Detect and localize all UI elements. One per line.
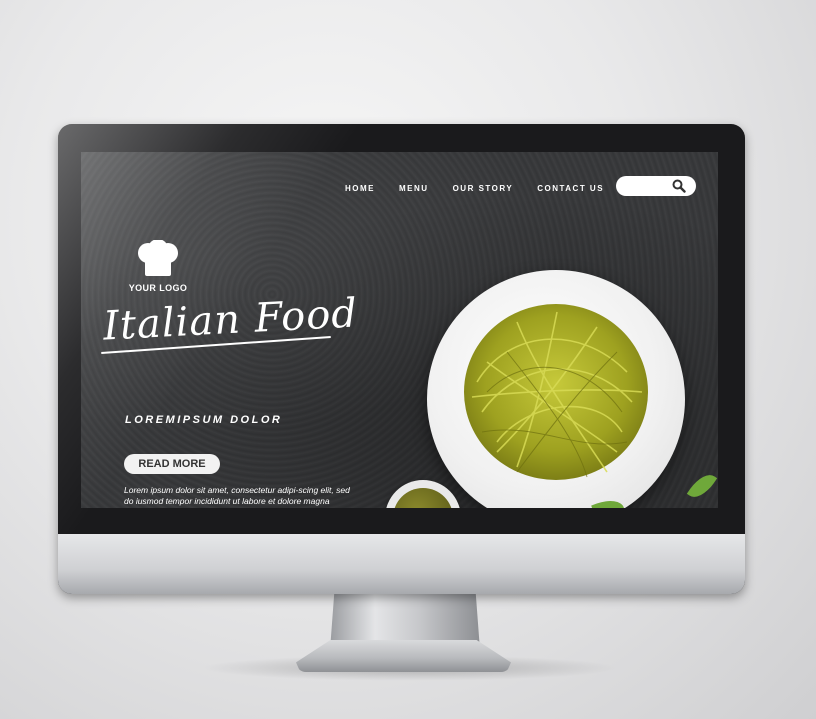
hero-title: Italian Food bbox=[101, 290, 359, 350]
monitor: HOME MENU OUR STORY CONTACT US YOUR LOGO… bbox=[58, 124, 745, 594]
search-icon[interactable] bbox=[672, 179, 686, 198]
search-input[interactable] bbox=[624, 176, 678, 196]
basil-leaf-icon bbox=[686, 469, 718, 503]
nav-home[interactable]: HOME bbox=[345, 184, 375, 193]
main-nav: HOME MENU OUR STORY CONTACT US bbox=[345, 184, 604, 193]
hero-body-text: Lorem ipsum dolor sit amet, consectetur … bbox=[124, 485, 350, 506]
search-box[interactable] bbox=[616, 176, 696, 196]
logo-text: YOUR LOGO bbox=[128, 283, 188, 293]
brand-logo[interactable]: YOUR LOGO bbox=[125, 239, 191, 293]
monitor-chin bbox=[58, 534, 745, 594]
nav-menu[interactable]: MENU bbox=[399, 184, 429, 193]
pesto-bowl-image bbox=[385, 480, 461, 508]
read-more-button[interactable]: READ MORE bbox=[124, 454, 220, 474]
hero-subtitle: LOREMIPSUM DOLOR bbox=[125, 414, 283, 426]
nav-our-story[interactable]: OUR STORY bbox=[453, 184, 514, 193]
website-screen: HOME MENU OUR STORY CONTACT US YOUR LOGO… bbox=[81, 152, 718, 508]
nav-contact-us[interactable]: CONTACT US bbox=[537, 184, 604, 193]
pasta-image bbox=[464, 304, 648, 480]
monitor-stand-base bbox=[296, 640, 511, 672]
chef-hat-icon bbox=[136, 239, 180, 280]
pasta-plate-image bbox=[427, 270, 685, 508]
